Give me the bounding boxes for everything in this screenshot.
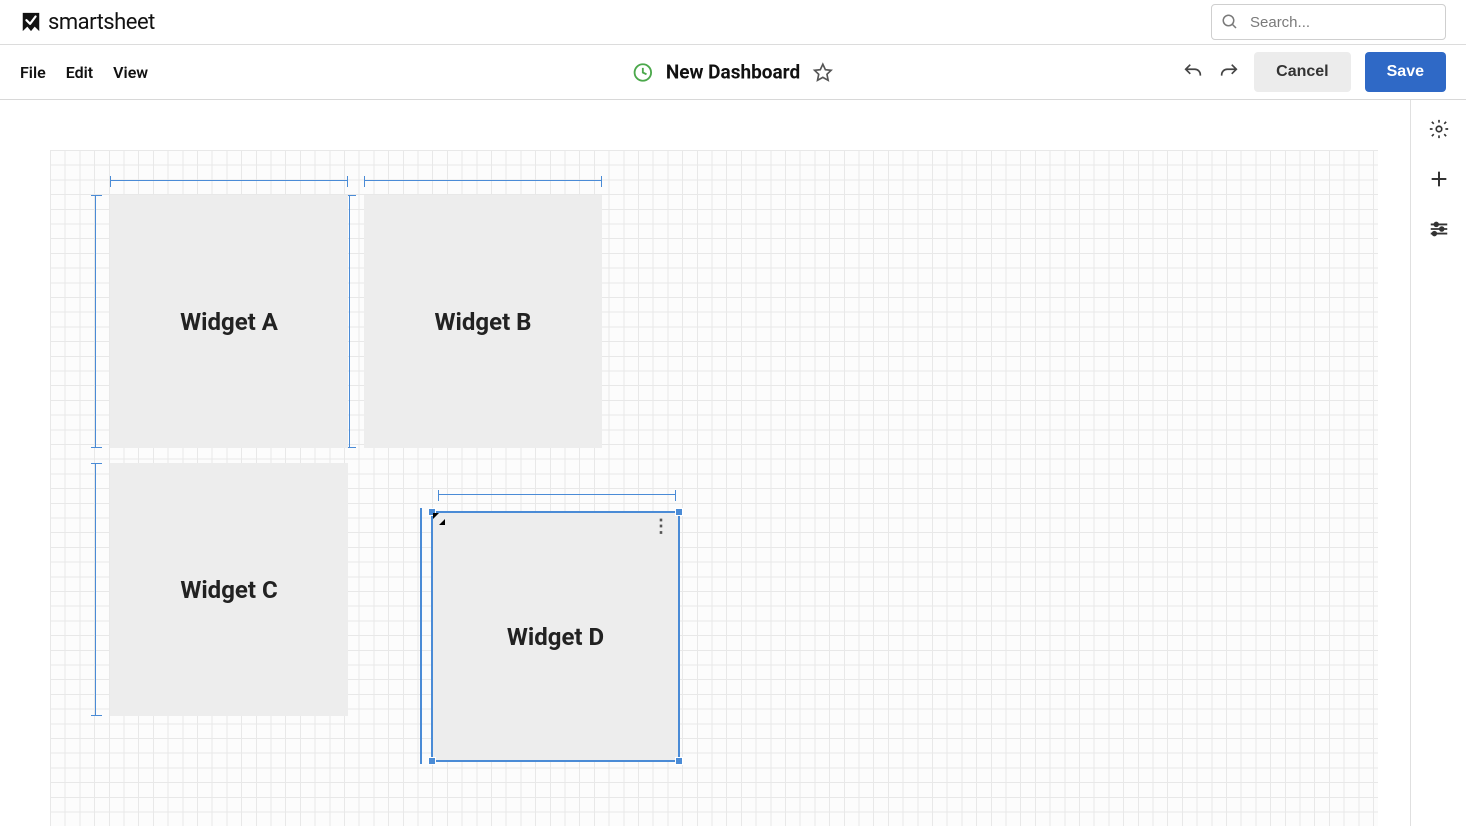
brand-logo: smartsheet	[20, 10, 155, 35]
top-bar: smartsheet	[0, 0, 1466, 45]
clock-icon	[632, 61, 654, 83]
search-input[interactable]	[1211, 4, 1446, 40]
menu-bar: File Edit View New Dashboard	[0, 45, 1466, 100]
favorite-star-icon[interactable]	[812, 61, 834, 83]
widget-c[interactable]: Widget C	[110, 463, 348, 716]
guide-vertical	[349, 195, 350, 448]
widget-d[interactable]: Widget D ⋮	[433, 513, 678, 760]
right-rail	[1410, 100, 1466, 826]
guide-vertical	[95, 463, 96, 716]
menu-edit[interactable]: Edit	[66, 63, 93, 82]
guide-vertical	[95, 195, 96, 448]
widget-label: Widget A	[180, 308, 278, 336]
guide-horizontal	[110, 180, 348, 181]
search-field[interactable]	[1211, 4, 1446, 40]
save-button[interactable]: Save	[1365, 52, 1446, 92]
dashboard-title-group: New Dashboard	[632, 61, 834, 84]
widget-label: Widget D	[507, 623, 604, 651]
gear-icon[interactable]	[1428, 118, 1450, 140]
widget-label: Widget B	[435, 308, 532, 336]
dashboard-title: New Dashboard	[666, 61, 800, 84]
menu-file[interactable]: File	[20, 63, 46, 82]
widget-a[interactable]: Widget A	[110, 195, 348, 448]
sliders-icon[interactable]	[1428, 218, 1450, 240]
brand-mark-icon	[20, 11, 42, 33]
redo-icon[interactable]	[1218, 61, 1240, 83]
widget-kebab-icon[interactable]: ⋮	[652, 519, 668, 535]
widget-label: Widget C	[180, 576, 277, 604]
cancel-button[interactable]: Cancel	[1254, 52, 1350, 92]
menu-view[interactable]: View	[113, 63, 148, 82]
plus-icon[interactable]	[1428, 168, 1450, 190]
dashboard-canvas[interactable]: Widget A Widget B Widget C Widget D ⋮	[50, 150, 1378, 826]
snap-guide	[420, 508, 422, 764]
search-icon	[1221, 13, 1239, 31]
guide-horizontal	[438, 494, 676, 495]
workspace: Widget A Widget B Widget C Widget D ⋮	[0, 100, 1466, 826]
brand-name: smartsheet	[48, 10, 155, 35]
guide-horizontal	[364, 180, 602, 181]
undo-icon[interactable]	[1182, 61, 1204, 83]
widget-b[interactable]: Widget B	[364, 195, 602, 448]
